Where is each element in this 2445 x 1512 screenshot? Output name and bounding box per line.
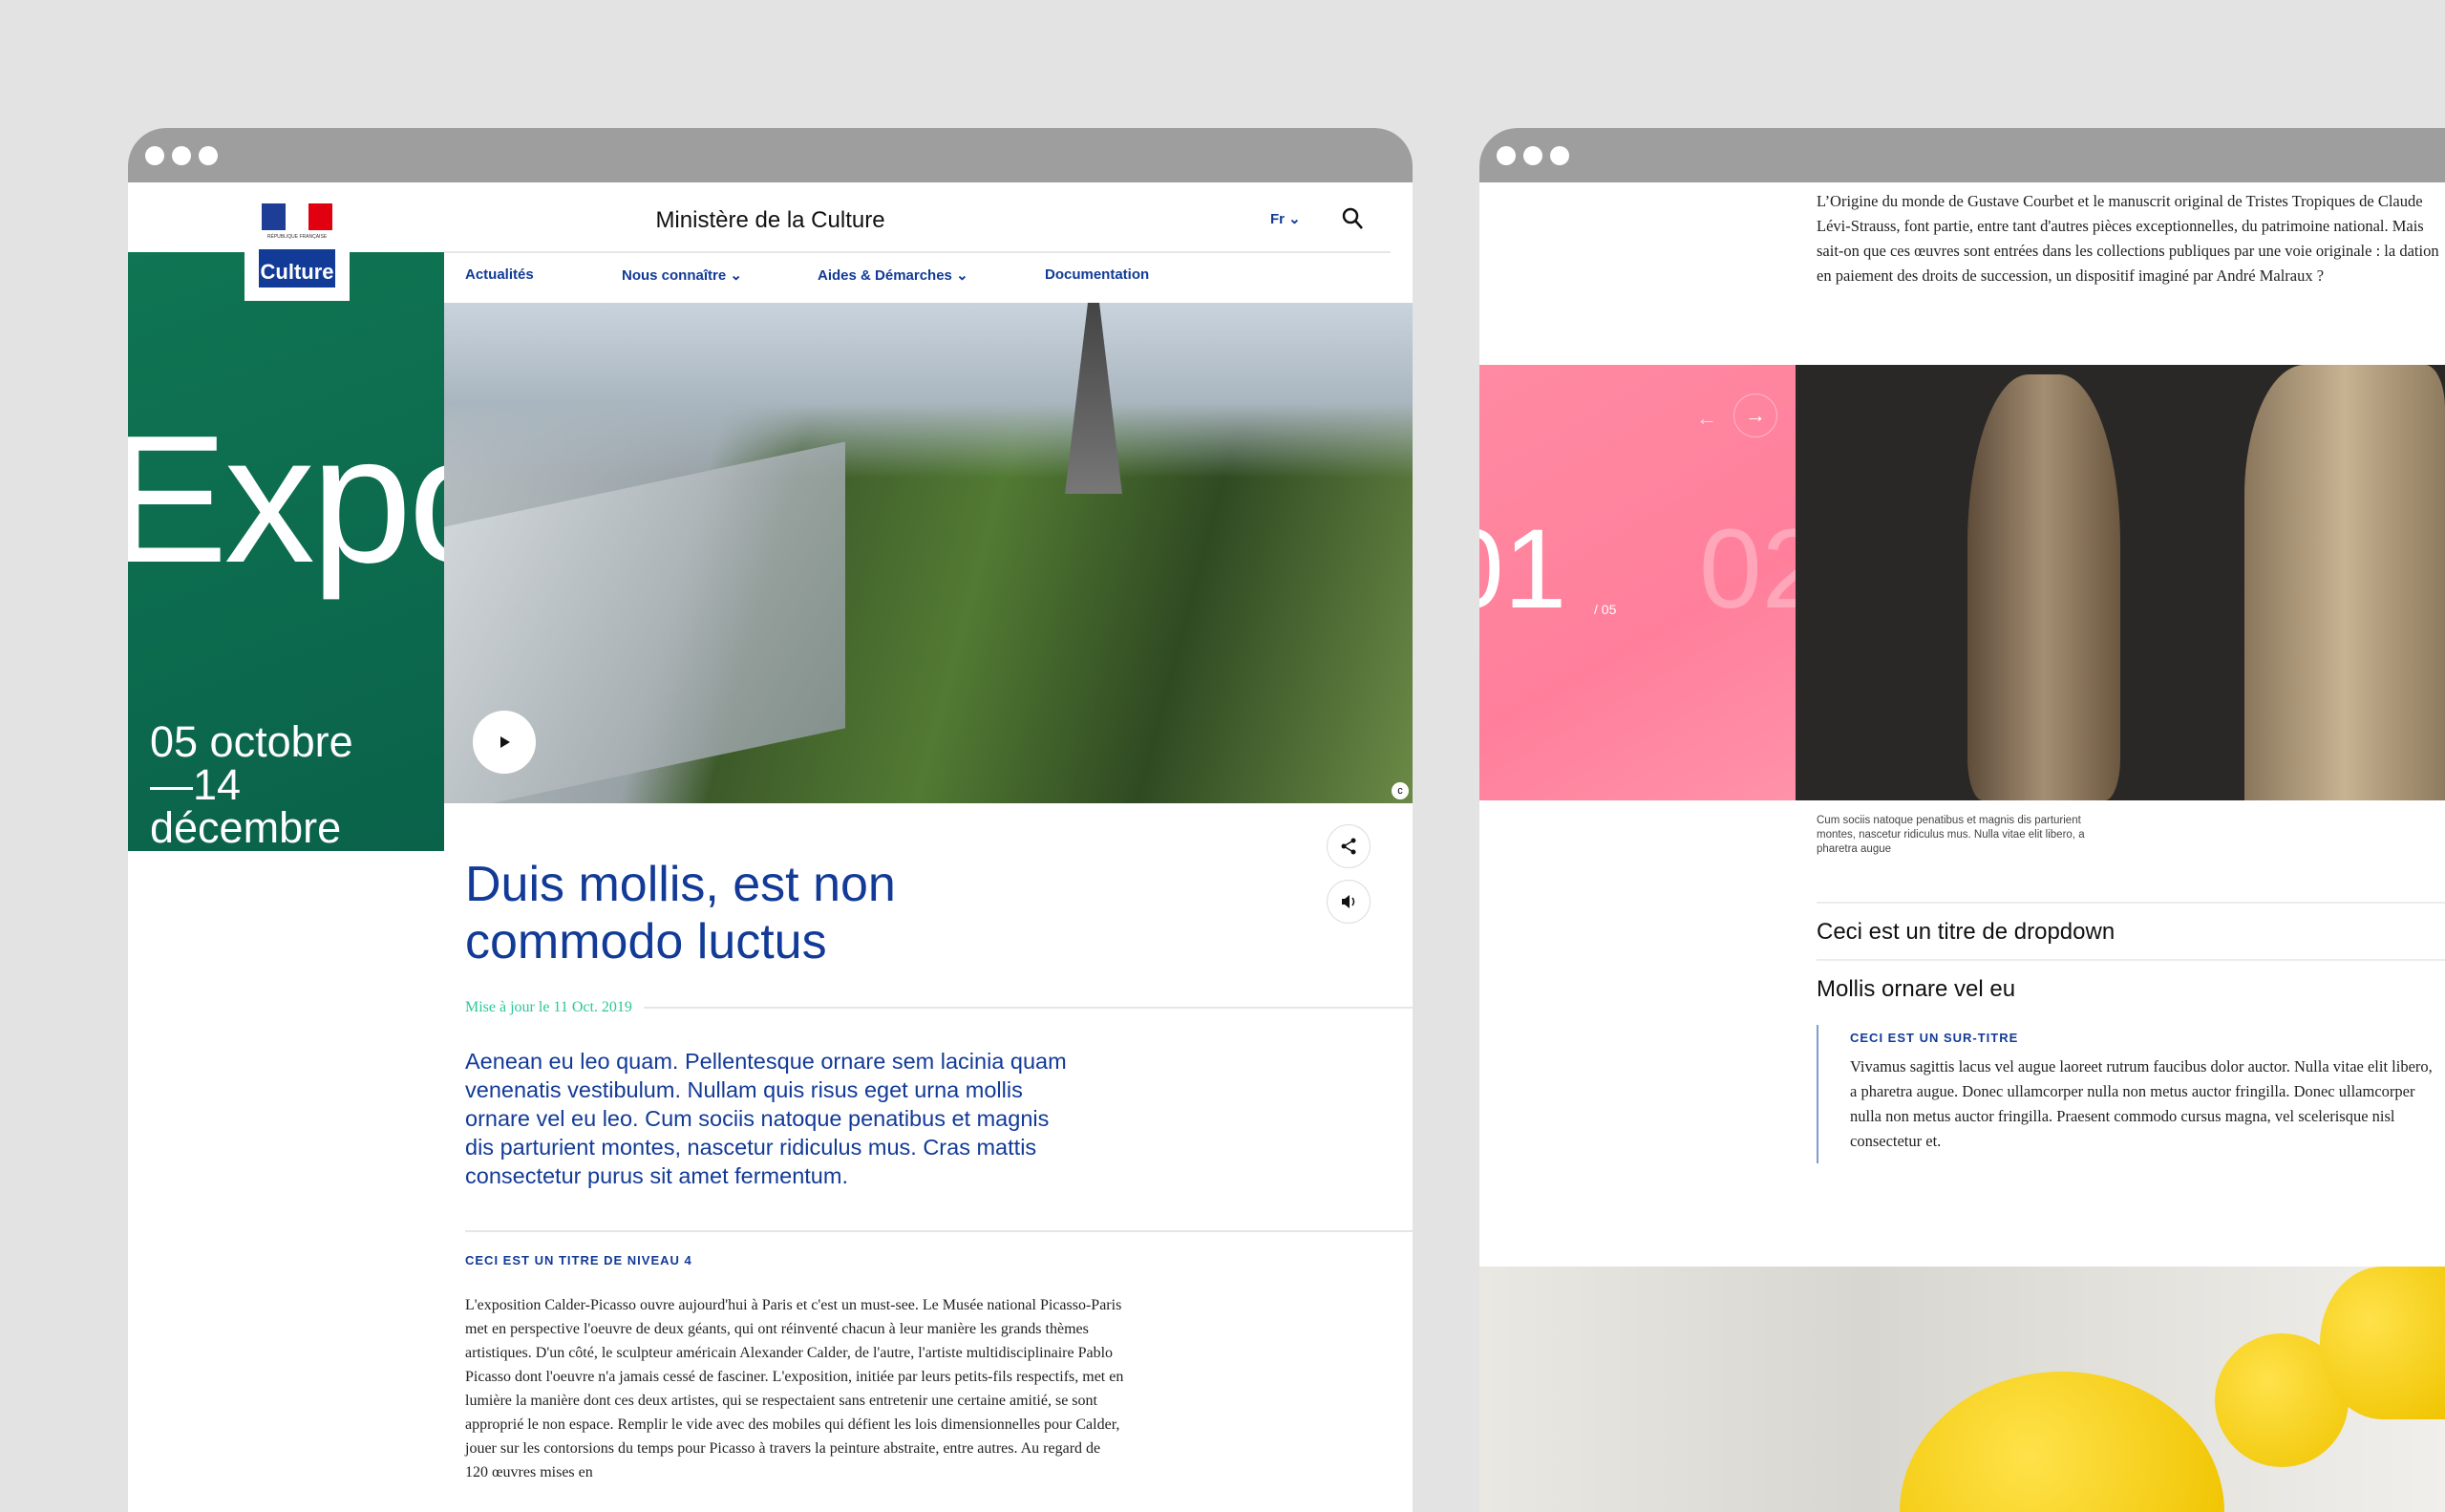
expo-panel: Expo 05 octobre —14 décembre 2020 (128, 252, 444, 851)
wood-figure (1967, 374, 2120, 800)
slide-next-number: 02 (1699, 513, 1796, 626)
ministry-logo[interactable]: RÉPUBLIQUE FRANÇAISE Culture (244, 198, 350, 301)
yellow-sphere (2320, 1267, 2445, 1419)
arrow-right-icon: → (1745, 403, 1766, 427)
slider-panel: ← → 01 / 05 02 (1479, 365, 1796, 800)
chevron-down-icon: ⌄ (956, 267, 968, 284)
sculpture-image (1796, 365, 2445, 800)
arrow-left-icon: ← (1696, 406, 1717, 430)
slider-prev-button[interactable]: ← (1688, 399, 1726, 437)
french-flag-icon (262, 203, 332, 230)
browser-window-detail: L’Origine du monde de Gustave Courbet et… (1479, 128, 2445, 1512)
nav-item-documentation[interactable]: Documentation (1045, 266, 1149, 283)
eiffel-tower (1065, 303, 1122, 494)
window-controls[interactable] (145, 146, 218, 165)
copyright-badge[interactable]: c (1392, 782, 1409, 799)
share-icon (1339, 837, 1358, 856)
language-selector[interactable]: Fr ⌄ (1270, 210, 1301, 227)
chevron-down-icon: ⌄ (730, 267, 742, 284)
blockquote: CECI EST UN SUR-TITRE Vivamus sagittis l… (1817, 1025, 2437, 1163)
browser-titlebar (128, 128, 1413, 182)
divider (644, 1007, 1413, 1009)
search-icon[interactable] (1341, 206, 1366, 231)
wood-figure (2244, 365, 2445, 800)
intro-paragraph: L’Origine du monde de Gustave Courbet et… (1817, 189, 2445, 288)
play-icon (497, 735, 512, 750)
hero-image: c (444, 303, 1413, 803)
window-controls[interactable] (1497, 146, 1569, 165)
browser-window-article: Expo 05 octobre —14 décembre 2020 RÉPUBL… (128, 128, 1413, 1512)
expo-dates: 05 octobre —14 décembre 2020 (150, 720, 353, 851)
slide-total: / 05 (1594, 602, 1616, 617)
logo-culture-text: Culture (259, 249, 335, 287)
dropdown-title[interactable]: Ceci est un titre de dropdown (1817, 919, 2115, 946)
site-title[interactable]: Ministère de la Culture (653, 207, 887, 234)
expo-word: Expo (128, 395, 444, 604)
divider (1817, 902, 2445, 904)
nav-item-actualites[interactable]: Actualités (465, 266, 534, 283)
nav-item-aides-demarches[interactable]: Aides & Démarches ⌄ (818, 266, 968, 284)
yellow-sphere (1900, 1372, 2224, 1512)
slider-next-button[interactable]: → (1733, 394, 1777, 437)
header-divider (444, 251, 1391, 253)
quote-surtitle: CECI EST UN SUR-TITRE (1850, 1031, 2437, 1045)
chevron-down-icon: ⌄ (1288, 211, 1301, 227)
slide-current-number: 01 (1479, 513, 1566, 626)
divider (465, 1230, 1413, 1232)
dropdown-subtitle: Mollis ornare vel eu (1817, 976, 2015, 1003)
share-button[interactable] (1327, 824, 1371, 868)
body-text: L'exposition Calder-Picasso ouvre aujour… (465, 1293, 1124, 1484)
update-date: Mise à jour le 11 Oct. 2019 (465, 999, 1413, 1016)
audio-button[interactable] (1327, 880, 1371, 924)
nav-item-nous-connaitre[interactable]: Nous connaître ⌄ (622, 266, 742, 284)
image-caption: Cum sociis natoque penatibus et magnis d… (1817, 814, 2103, 857)
lead-paragraph: Aenean eu leo quam. Pellentesque ornare … (465, 1047, 1076, 1190)
kusama-image (1479, 1267, 2445, 1512)
browser-titlebar (1479, 128, 2445, 182)
quote-text: Vivamus sagittis lacus vel augue laoreet… (1850, 1054, 2437, 1154)
article-title: Duis mollis, est non commodo luctus (465, 856, 1000, 970)
play-button[interactable] (473, 711, 536, 774)
level4-heading: CECI EST UN TITRE DE NIVEAU 4 (465, 1253, 692, 1267)
divider (1817, 959, 2445, 961)
speaker-icon (1339, 892, 1358, 911)
logo-republique-text: RÉPUBLIQUE FRANÇAISE (254, 234, 340, 240)
